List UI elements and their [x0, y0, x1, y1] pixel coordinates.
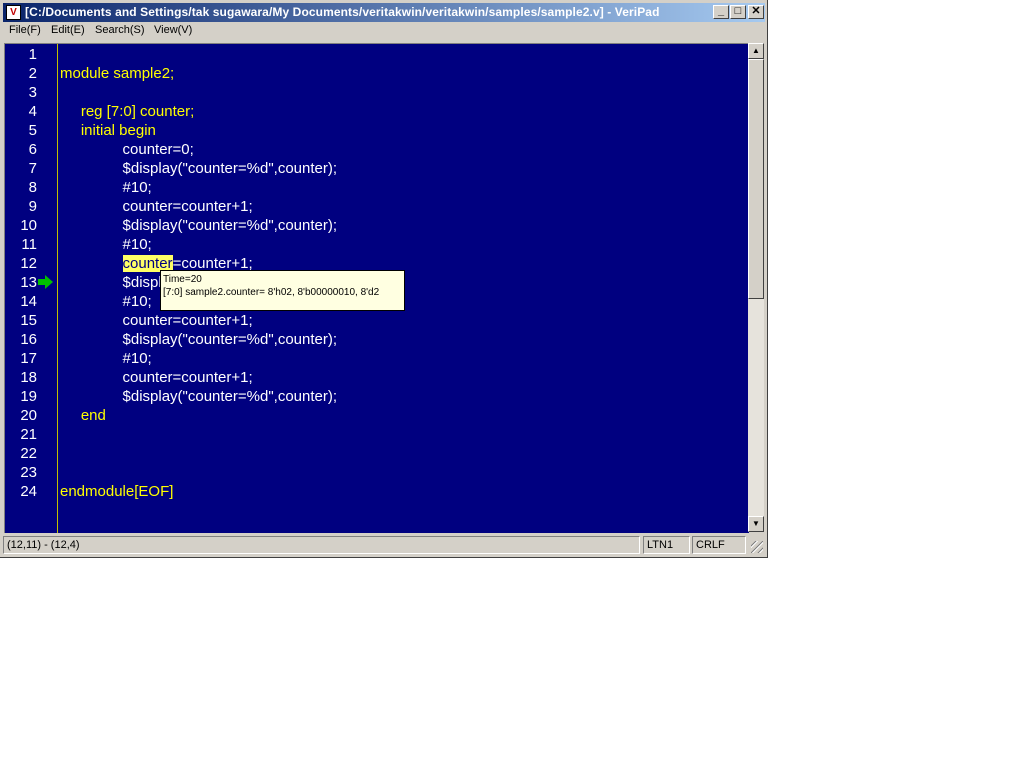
code-text: counter=counter+1; [60, 312, 253, 329]
code-line[interactable]: 20 end [5, 406, 749, 425]
status-bar: (12,11) - (12,4) LTN1 CRLF [3, 535, 765, 555]
title-bar[interactable]: V [C:/Documents and Settings/tak sugawar… [3, 3, 765, 22]
line-number: 17 [20, 350, 37, 367]
value-tooltip: Time=20 [7:0] sample2.counter= 8'h02, 8'… [160, 270, 405, 311]
tooltip-time: Time=20 [163, 274, 202, 285]
code-line[interactable]: 7 $display("counter=%d",counter); [5, 159, 749, 178]
line-number: 14 [20, 293, 37, 310]
window-title: [C:/Documents and Settings/tak sugawara/… [25, 5, 660, 19]
line-number: 19 [20, 388, 37, 405]
code-line[interactable]: 2 module sample2; [5, 64, 749, 83]
resize-grip[interactable] [751, 541, 763, 553]
line-number: 15 [20, 312, 37, 329]
line-number: 11 [21, 236, 37, 253]
tooltip-value: [7:0] sample2.counter= 8'h02, 8'b0000001… [163, 287, 380, 298]
code-text: counter=0; [60, 141, 194, 158]
code-text: initial begin [60, 122, 156, 139]
line-number: 16 [20, 331, 37, 348]
scroll-down-button[interactable]: ▼ [748, 516, 764, 532]
line-number: 2 [28, 65, 37, 82]
scroll-thumb[interactable] [748, 59, 764, 299]
code-text: #10; [60, 179, 152, 196]
menu-view[interactable]: View(V) [154, 24, 192, 36]
code-text: $display("counter=%d",counter); [60, 331, 338, 348]
code-text: $display("counter=%d",counter); [60, 217, 338, 234]
code-line[interactable]: 18 counter=counter+1; [5, 368, 749, 387]
line-number: 8 [28, 179, 37, 196]
line-number: 22 [20, 445, 37, 462]
line-number: 4 [28, 103, 37, 120]
code-line[interactable]: 23 [5, 463, 749, 482]
code-line[interactable]: 19 $display("counter=%d",counter); [5, 387, 749, 406]
line-number: 18 [20, 369, 37, 386]
code-line[interactable]: 5 initial begin [5, 121, 749, 140]
code-line[interactable]: 4 reg [7:0] counter; [5, 102, 749, 121]
line-number: 13 [20, 274, 37, 291]
scroll-up-button[interactable]: ▲ [748, 43, 764, 59]
code-line[interactable]: 24 endmodule[EOF] [5, 482, 749, 501]
close-button[interactable]: ✕ [748, 5, 764, 19]
line-number: 23 [20, 464, 37, 481]
code-text: endmodule[EOF] [60, 483, 174, 500]
line-number: 9 [28, 198, 37, 215]
app-icon[interactable]: V [6, 5, 21, 20]
code-line[interactable]: 9 counter=counter+1; [5, 197, 749, 216]
line-number: 7 [28, 160, 37, 177]
code-line[interactable]: 10 $display("counter=%d",counter); [5, 216, 749, 235]
encoding-indicator: LTN1 [643, 536, 690, 554]
code-text: #10; [60, 236, 152, 253]
code-line[interactable]: 22 [5, 444, 749, 463]
code-line[interactable]: 8 #10; [5, 178, 749, 197]
maximize-button[interactable]: □ [730, 5, 746, 19]
code-text: reg [7:0] counter; [60, 103, 195, 120]
menu-bar: File(F) Edit(E) Search(S) View(V) [3, 22, 765, 41]
line-number: 12 [20, 255, 37, 272]
menu-edit[interactable]: Edit(E) [51, 24, 85, 36]
code-line[interactable]: 15 counter=counter+1; [5, 311, 749, 330]
menu-file[interactable]: File(F) [9, 24, 41, 36]
code-text: $display("counter=%d",counter); [60, 160, 338, 177]
code-line[interactable]: 1 [5, 45, 749, 64]
line-number: 21 [20, 426, 37, 443]
code-text: #10; [60, 293, 152, 310]
code-line[interactable]: 11 #10; [5, 235, 749, 254]
code-text: counter=counter+1; [60, 369, 253, 386]
code-line[interactable]: 21 [5, 425, 749, 444]
code-text: counter=counter+1; [60, 198, 253, 215]
code-line[interactable]: 17 #10; [5, 349, 749, 368]
line-number: 5 [28, 122, 37, 139]
code-text: module sample2; [60, 65, 175, 82]
code-text: #10; [60, 350, 152, 367]
line-number: 10 [20, 217, 37, 234]
line-number: 1 [28, 46, 37, 63]
code-text: $display("counter=%d",counter); [60, 388, 338, 405]
menu-search[interactable]: Search(S) [95, 24, 145, 36]
cursor-position: (12,11) - (12,4) [3, 536, 640, 554]
code-line[interactable]: 16 $display("counter=%d",counter); [5, 330, 749, 349]
vertical-scrollbar[interactable]: ▲ ▼ [748, 43, 764, 532]
code-text: end [60, 407, 106, 424]
code-line[interactable]: 6 counter=0; [5, 140, 749, 159]
line-number: 3 [28, 84, 37, 101]
minimize-button[interactable]: _ [713, 5, 729, 19]
line-ending-indicator: CRLF [692, 536, 746, 554]
code-line[interactable]: 3 [5, 83, 749, 102]
line-number: 24 [20, 483, 37, 500]
line-number: 20 [20, 407, 37, 424]
execution-arrow-head-icon [45, 275, 53, 289]
line-number: 6 [28, 141, 37, 158]
